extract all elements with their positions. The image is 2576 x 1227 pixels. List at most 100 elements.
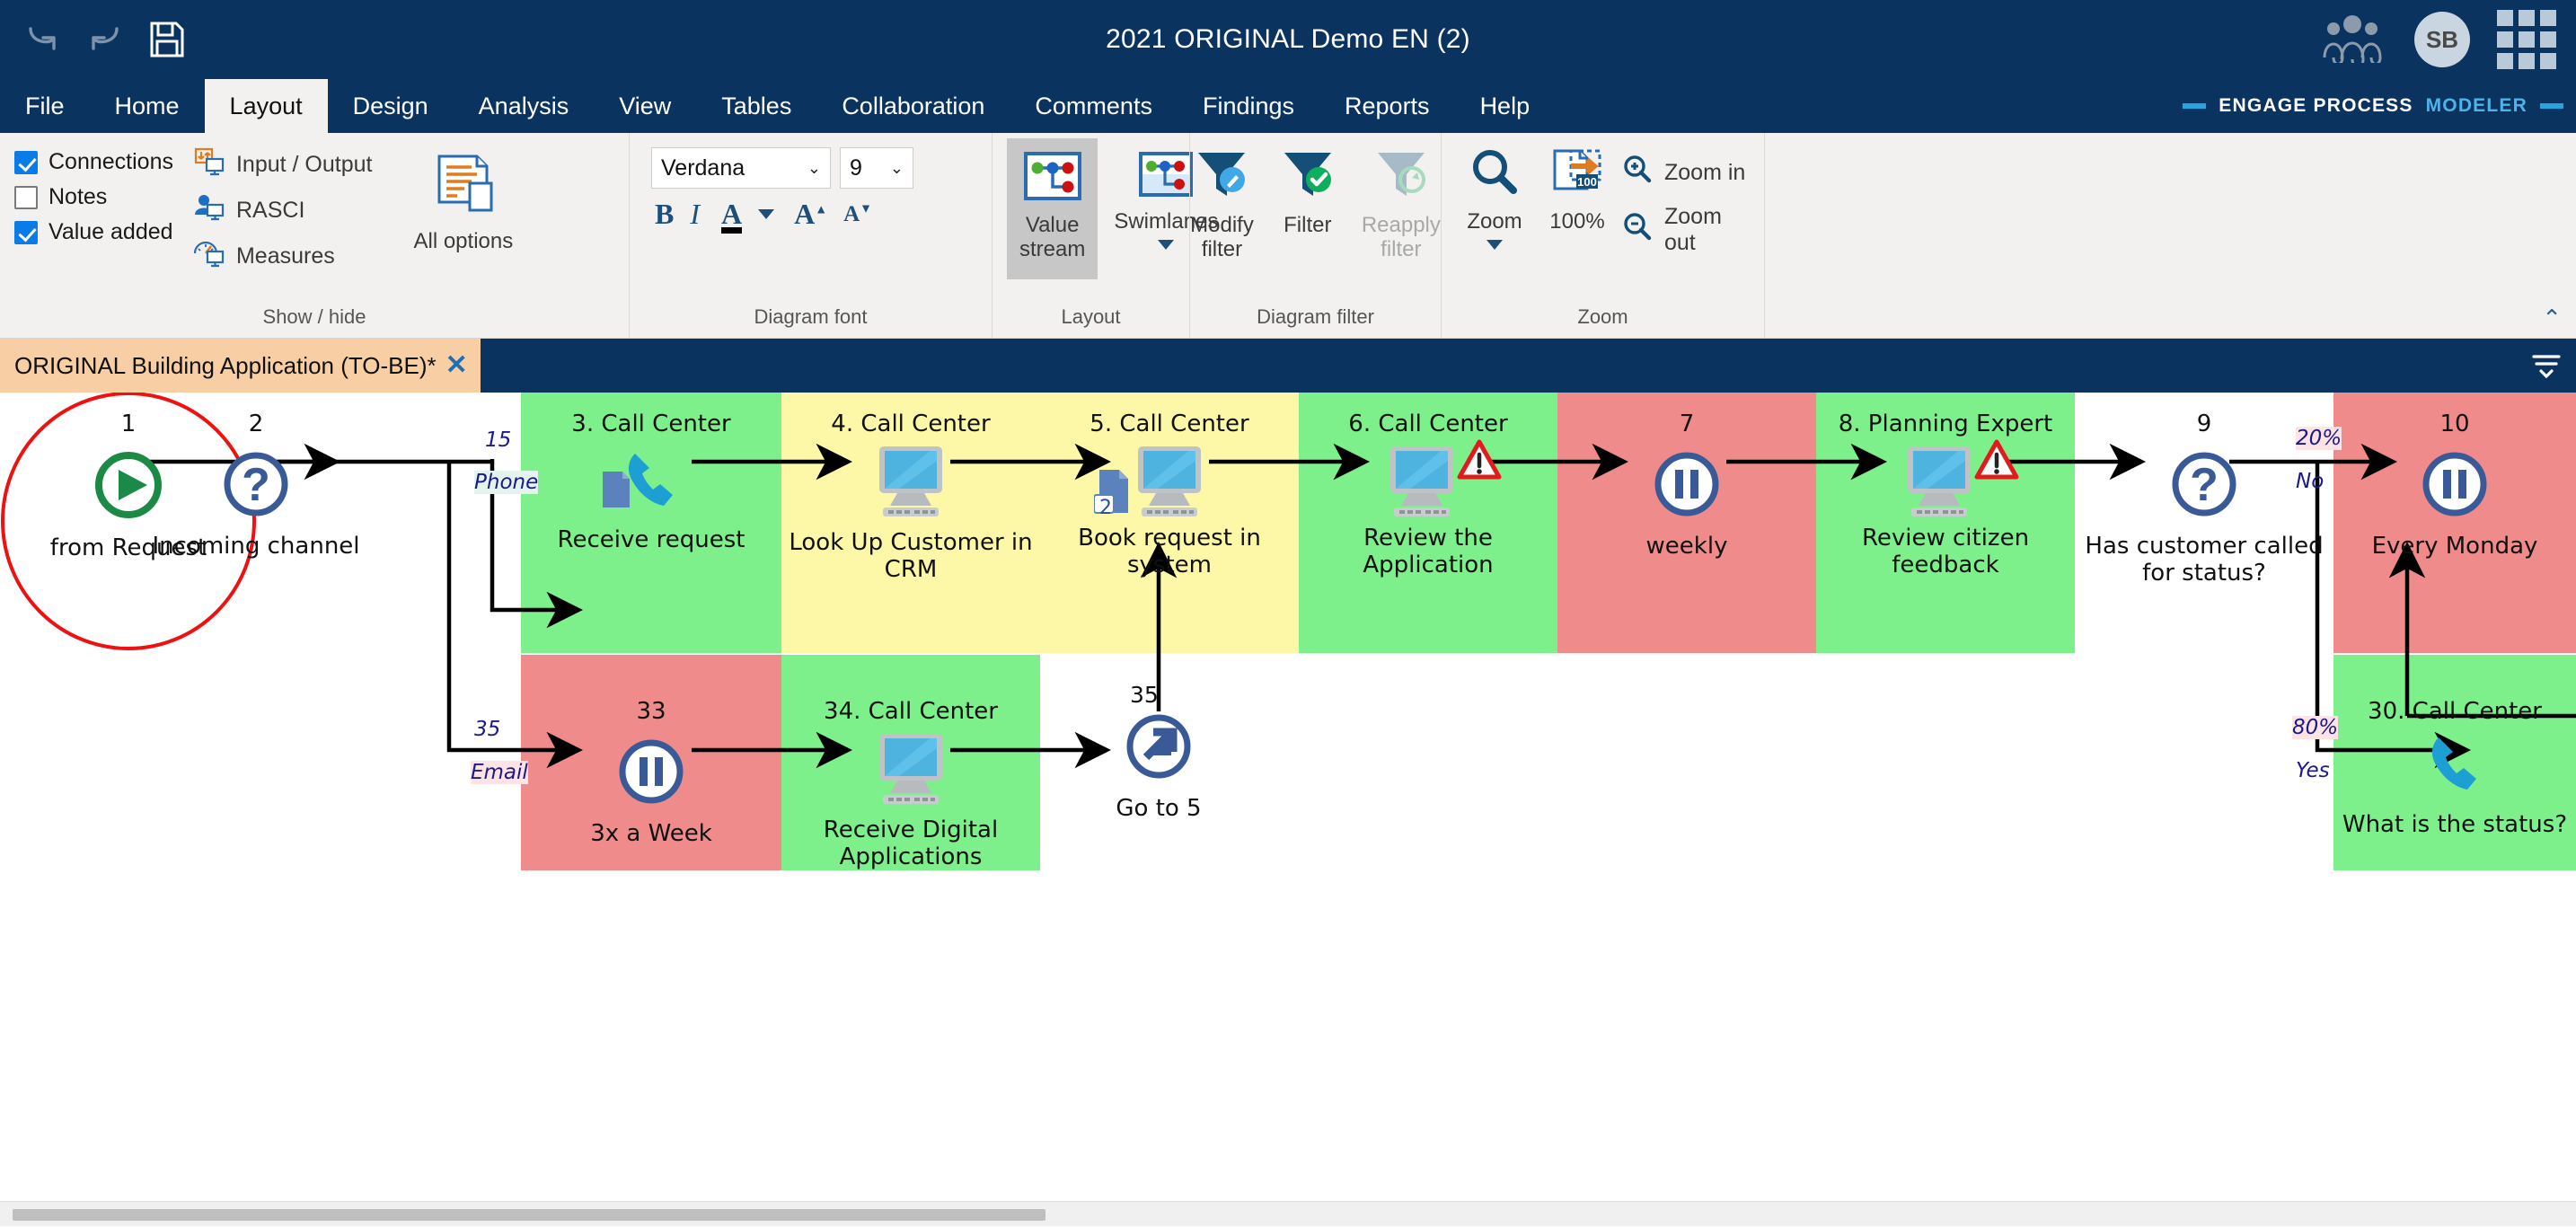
- node-9[interactable]: 9 ? Has customer called for status?: [2075, 410, 2333, 587]
- node-34[interactable]: 34. Call Center Receive Digital Applicat…: [781, 698, 1040, 871]
- node-10[interactable]: 10 Every Monday: [2333, 410, 2576, 561]
- button-input-output[interactable]: Input / Output: [193, 147, 372, 182]
- italic-button[interactable]: I: [690, 199, 700, 228]
- node-9-caption: Has customer called for status?: [2085, 533, 2324, 587]
- tab-analysis[interactable]: Analysis: [454, 79, 595, 133]
- horizontal-scrollbar[interactable]: [0, 1201, 2576, 1226]
- checkbox-connections-box[interactable]: [14, 150, 38, 174]
- swimlanes-dropdown-icon[interactable]: [1158, 239, 1175, 250]
- phone-icon: [521, 443, 781, 524]
- button-all-options[interactable]: All options: [402, 146, 524, 260]
- checkbox-value-added[interactable]: Value added: [14, 219, 173, 245]
- fit-100-icon: 100: [1549, 147, 1605, 203]
- font-color-swatch: [721, 227, 743, 234]
- node-4[interactable]: 4. Call Center Look Up Customer in CRM: [781, 410, 1040, 584]
- node-5[interactable]: 5. Call Center 2 Book request in system: [1040, 410, 1299, 579]
- funnel-check-icon: [1279, 147, 1337, 207]
- button-zoom-in[interactable]: Zoom in: [1621, 154, 1750, 191]
- button-zoom-100[interactable]: 100 100%: [1539, 142, 1616, 240]
- edge-label-35-feedback: 35: [1130, 682, 1159, 708]
- chevron-down-icon[interactable]: ⌄: [890, 159, 904, 178]
- tab-design[interactable]: Design: [328, 79, 454, 133]
- save-icon[interactable]: [149, 21, 185, 58]
- font-size-select[interactable]: 9 ⌄: [840, 147, 913, 189]
- checkbox-notes-box[interactable]: [14, 185, 38, 209]
- button-value-stream-label: Value stream: [1019, 213, 1086, 261]
- zoom-dropdown-icon[interactable]: [1486, 239, 1503, 250]
- tab-help[interactable]: Help: [1455, 79, 1556, 133]
- tab-file[interactable]: File: [0, 79, 90, 133]
- button-rasci-label: RASCI: [235, 198, 305, 223]
- button-modify-filter[interactable]: Modify filter: [1179, 142, 1265, 267]
- tab-layout[interactable]: Layout: [204, 79, 328, 133]
- bold-button[interactable]: B: [655, 199, 674, 228]
- tab-findings[interactable]: Findings: [1178, 79, 1319, 133]
- button-zoom-out[interactable]: Zoom out: [1621, 204, 1750, 256]
- diagram-canvas[interactable]: 1 from Request 2 ? Incoming channel 3. C…: [0, 393, 2576, 1201]
- checkbox-value-added-box[interactable]: [14, 220, 38, 244]
- horizontal-scroll-thumb[interactable]: [13, 1209, 1045, 1221]
- tab-comments[interactable]: Comments: [1010, 79, 1178, 133]
- monitor-icon: [781, 730, 1040, 814]
- tab-view[interactable]: View: [594, 79, 696, 133]
- ribbon-group-diagram-font: Verdana ⌄ 9 ⌄ B I A A▲ A▼ Diagram font: [629, 133, 992, 338]
- tab-reports[interactable]: Reports: [1319, 79, 1455, 133]
- tab-tables[interactable]: Tables: [696, 79, 816, 133]
- node-33[interactable]: 33 3x a Week: [521, 698, 781, 848]
- redo-icon[interactable]: [86, 20, 126, 59]
- button-zoom-100-label: 100%: [1549, 209, 1605, 234]
- font-color-letter: A: [721, 198, 743, 230]
- node-5-doc-badge: 2: [1099, 497, 1112, 519]
- svg-text:100: 100: [1577, 175, 1597, 189]
- button-value-stream[interactable]: Value stream: [1007, 138, 1098, 280]
- button-zoom-in-label: Zoom in: [1664, 160, 1746, 185]
- font-size-value: 9: [850, 154, 862, 181]
- node-6[interactable]: 6. Call Center Review the Application: [1299, 410, 1557, 579]
- font-color-button[interactable]: A: [721, 198, 743, 234]
- button-zoom[interactable]: Zoom: [1456, 142, 1533, 255]
- edge-label-80-percent: 80%: [2292, 716, 2339, 739]
- checkbox-connections[interactable]: Connections: [14, 149, 173, 175]
- measures-icon: [193, 239, 225, 274]
- button-reapply-filter: Reapply filter: [1351, 142, 1451, 267]
- grow-font-letter: A: [794, 198, 816, 230]
- monitor-icon: [1299, 439, 1557, 522]
- button-rasci[interactable]: RASCI: [193, 193, 373, 228]
- funnel-edit-icon: [1193, 147, 1250, 207]
- node-2[interactable]: 2 ? Incoming channel: [117, 410, 395, 561]
- button-measures[interactable]: Measures: [193, 239, 373, 274]
- node-4-caption: Look Up Customer in CRM: [789, 529, 1033, 583]
- chevron-up-icon[interactable]: ⌃: [2542, 305, 2562, 332]
- node-2-caption: Incoming channel: [152, 533, 360, 560]
- node-8[interactable]: 8. Planning Expert Review citizen feedba…: [1816, 410, 2075, 579]
- document-tab-original-building-application[interactable]: ORIGINAL Building Application (TO-BE)* ✕: [0, 339, 481, 393]
- node-3[interactable]: 3. Call Center Receive request: [521, 410, 781, 554]
- people-icon[interactable]: [2317, 13, 2387, 68]
- zoom-out-icon: [1621, 212, 1654, 249]
- button-filter[interactable]: Filter: [1268, 142, 1347, 243]
- apps-grid-icon[interactable]: [2497, 10, 2556, 69]
- button-all-options-label: All options: [413, 229, 514, 254]
- avatar[interactable]: SB: [2414, 12, 2470, 67]
- edge-label-20-percent: 20%: [2296, 427, 2342, 450]
- tab-options-icon[interactable]: [2531, 339, 2562, 393]
- font-color-dropdown-icon[interactable]: [758, 208, 775, 219]
- node-5-title: 5. Call Center: [1090, 410, 1249, 437]
- chevron-down-icon[interactable]: ⌄: [807, 159, 821, 178]
- tab-home[interactable]: Home: [90, 79, 205, 133]
- decision-question-icon: ?: [2075, 445, 2333, 528]
- button-filter-label: Filter: [1284, 213, 1332, 238]
- checkbox-notes[interactable]: Notes: [14, 184, 173, 210]
- button-reapply-filter-label: Reapply filter: [1361, 213, 1441, 261]
- font-family-select[interactable]: Verdana ⌄: [651, 147, 831, 189]
- undo-icon[interactable]: [23, 20, 63, 59]
- document-title: 2021 ORIGINAL Demo EN (2): [1106, 24, 1470, 54]
- grow-font-button[interactable]: A▲: [794, 199, 827, 228]
- shrink-font-button[interactable]: A▼: [843, 203, 872, 225]
- tab-collaboration[interactable]: Collaboration: [816, 79, 1010, 133]
- goto-arrow-icon: [1060, 707, 1257, 790]
- node-go-to-5[interactable]: Go to 5: [1060, 707, 1257, 823]
- close-icon[interactable]: ✕: [446, 352, 468, 379]
- node-30[interactable]: 30. Call Center What is the status?: [2333, 698, 2576, 839]
- node-7[interactable]: 7 weekly: [1557, 410, 1816, 561]
